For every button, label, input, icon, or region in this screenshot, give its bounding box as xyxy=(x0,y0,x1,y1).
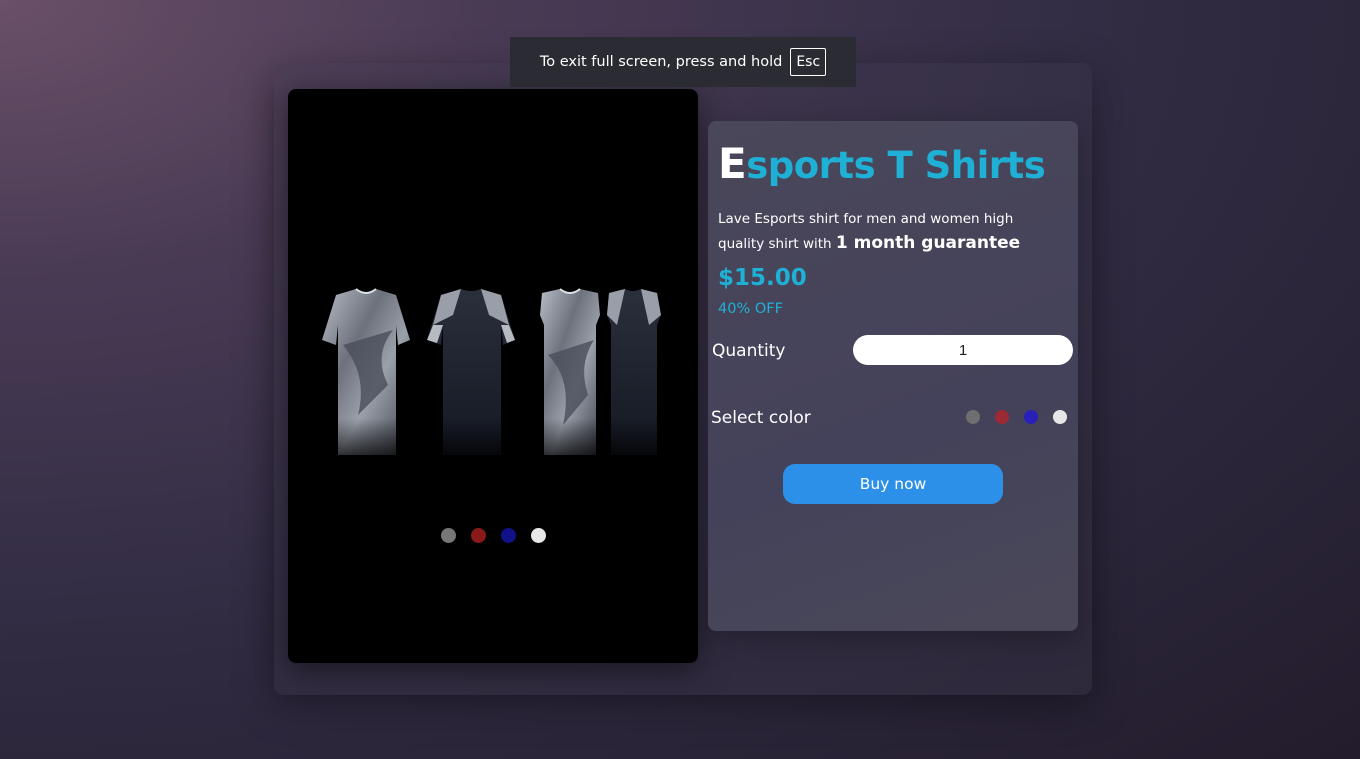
color-swatch-red[interactable] xyxy=(995,410,1009,424)
quantity-label: Quantity xyxy=(712,341,786,361)
description-emphasis: 1 month guarantee xyxy=(835,233,1021,253)
buy-now-button[interactable]: Buy now xyxy=(783,464,1003,504)
image-dot-gray[interactable] xyxy=(440,528,456,543)
discount-badge: 40% OFF xyxy=(718,301,783,317)
image-dot-red[interactable] xyxy=(470,528,486,543)
color-swatch-white[interactable] xyxy=(1053,410,1067,424)
product-description: Lave Esports shirt for men and women hig… xyxy=(718,207,1058,256)
product-image-panel xyxy=(288,89,698,663)
fullscreen-exit-notice: To exit full screen, press and hold Esc xyxy=(510,37,856,87)
product-image xyxy=(318,285,668,463)
select-color-label: Select color xyxy=(711,408,811,428)
product-info-panel: Esports T Shirts Lave Esports shirt for … xyxy=(708,121,1078,631)
image-color-dots xyxy=(288,528,698,543)
product-price: $15.00 xyxy=(718,265,807,291)
image-dot-blue[interactable] xyxy=(500,528,516,543)
esc-key-hint: Esc xyxy=(790,48,827,76)
image-dot-white[interactable] xyxy=(530,528,546,543)
color-swatch-gray[interactable] xyxy=(966,410,980,424)
quantity-input[interactable] xyxy=(853,335,1073,365)
color-swatch-blue[interactable] xyxy=(1024,410,1038,424)
title-first-letter: E xyxy=(718,139,747,188)
fullscreen-notice-text: To exit full screen, press and hold xyxy=(539,54,783,70)
color-swatches xyxy=(966,410,1067,424)
product-title: Esports T Shirts xyxy=(718,139,1046,188)
title-rest: sports T Shirts xyxy=(746,144,1046,187)
